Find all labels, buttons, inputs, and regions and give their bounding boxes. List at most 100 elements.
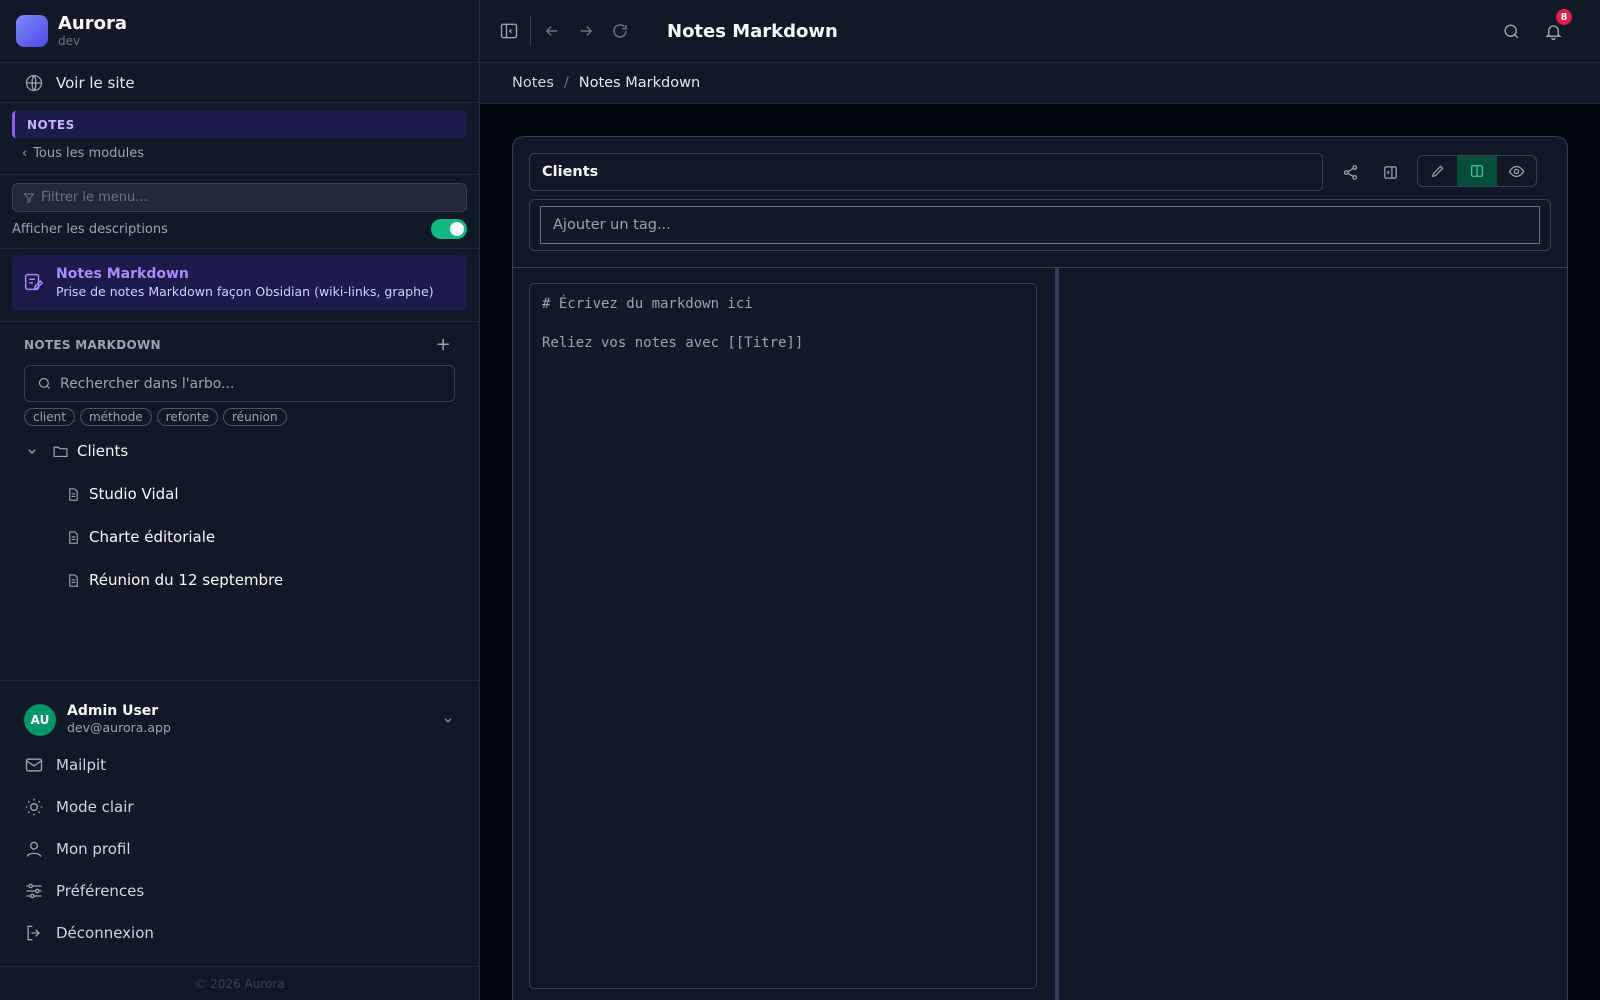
breadcrumb-parent[interactable]: Notes — [512, 75, 554, 91]
app-name: Aurora — [58, 13, 128, 34]
chevron-left-icon: ‹ — [22, 146, 28, 161]
tag-input-wrapper[interactable] — [540, 206, 1540, 244]
back-button[interactable] — [535, 14, 569, 48]
module-section: NOTES ‹ Tous les modules — [0, 103, 479, 175]
menu-item-light-mode[interactable]: Mode clair — [0, 786, 479, 828]
tag-editor — [529, 199, 1551, 251]
reload-button[interactable] — [603, 14, 637, 48]
search-icon — [1503, 23, 1518, 38]
share-icon — [1343, 164, 1357, 180]
show-descriptions-label: Afficher les descriptions — [12, 221, 168, 237]
menu-item-label: Mon profil — [56, 840, 131, 858]
tag-input[interactable] — [553, 217, 1513, 233]
columns-icon — [1471, 165, 1483, 177]
menu-filter-input[interactable] — [41, 190, 441, 205]
sun-icon — [25, 798, 43, 816]
bell-icon — [1544, 24, 1562, 40]
eye-icon — [1508, 165, 1525, 177]
view-site-label: Voir le site — [56, 73, 135, 92]
filter-section: Afficher les descriptions — [0, 175, 479, 249]
note-label: Charte éditoriale — [89, 528, 216, 546]
tag-chip[interactable]: réunion — [223, 408, 287, 426]
folder-icon — [53, 446, 68, 457]
edit-mode-button[interactable] — [1418, 156, 1457, 186]
menu-item-label: Déconnexion — [56, 924, 154, 942]
search-icon — [38, 377, 50, 389]
note-editor-panel: Clients # Écrivez du markdown ici Reliez… — [512, 136, 1568, 1000]
tag-chip[interactable]: méthode — [79, 408, 152, 426]
notification-badge: 8 — [1556, 9, 1572, 25]
note-edit-icon — [24, 273, 44, 291]
toggle-sidebar-button[interactable] — [492, 14, 526, 48]
app-logo — [16, 15, 48, 47]
all-modules-label: Tous les modules — [33, 146, 145, 161]
app-env: dev — [58, 34, 81, 48]
module-header: NOTES — [12, 111, 467, 138]
logout-icon — [27, 925, 40, 941]
sidebar-footer: AU Admin User dev@aurora.app Mailpit Mod… — [0, 680, 479, 1000]
note-label: Réunion du 12 septembre — [89, 571, 284, 589]
panel-icon — [1383, 165, 1397, 179]
tree-note-item[interactable]: Charte éditoriale — [24, 528, 455, 546]
add-note-button[interactable]: + — [436, 334, 451, 355]
file-icon — [69, 530, 78, 544]
brand[interactable]: Aurora dev — [0, 0, 479, 63]
menu-item-mailpit[interactable]: Mailpit — [0, 744, 479, 786]
menu-item-logout[interactable]: Déconnexion — [0, 912, 479, 954]
share-button[interactable] — [1333, 155, 1367, 189]
copyright: © 2026 Aurora — [0, 966, 479, 1000]
arrow-right-icon — [580, 25, 593, 37]
editor-placeholder-line: Reliez vos notes avec [[Titre]] — [542, 335, 804, 351]
arrow-left-icon — [545, 25, 558, 37]
note-label: Studio Vidal — [89, 485, 179, 503]
menu-item-profile[interactable]: Mon profil — [0, 828, 479, 870]
split-mode-button[interactable] — [1457, 156, 1497, 186]
folder-row[interactable]: Clients — [24, 442, 455, 460]
search-button[interactable] — [1494, 14, 1528, 48]
chevron-down-icon[interactable] — [24, 443, 40, 459]
markdown-editor[interactable]: # Écrivez du markdown ici Reliez vos not… — [529, 283, 1037, 989]
refresh-icon — [613, 24, 627, 38]
tree-note-item[interactable]: Studio Vidal — [24, 485, 455, 503]
tag-chip[interactable]: client — [24, 408, 75, 426]
file-icon — [69, 487, 78, 501]
all-modules-link[interactable]: ‹ Tous les modules — [12, 146, 467, 161]
active-module-title: Notes Markdown — [56, 266, 189, 282]
globe-icon — [25, 74, 43, 91]
preview-mode-button[interactable] — [1497, 156, 1536, 186]
view-site-link[interactable]: Voir le site — [0, 63, 479, 103]
menu-filter[interactable] — [12, 183, 467, 212]
breadcrumb: Notes / Notes Markdown — [480, 63, 1600, 104]
sidebar: Aurora dev Voir le site NOTES ‹ Tous les… — [0, 0, 480, 1000]
chevron-down-icon[interactable] — [441, 713, 455, 727]
filter-icon — [23, 193, 35, 203]
tree-search[interactable] — [24, 365, 455, 402]
toolbar-divider — [530, 16, 531, 46]
menu-item-label: Préférences — [56, 882, 145, 900]
sliders-icon — [26, 883, 42, 899]
file-icon — [69, 573, 78, 587]
note-title-input[interactable]: Clients — [529, 153, 1323, 191]
notifications-button[interactable]: 8 — [1536, 9, 1572, 48]
tree-search-input[interactable] — [60, 375, 440, 392]
tree-note-item[interactable]: Réunion du 12 septembre — [24, 571, 455, 589]
forward-button[interactable] — [569, 14, 603, 48]
tag-chip[interactable]: refonte — [156, 408, 219, 426]
show-descriptions-toggle[interactable] — [431, 219, 467, 239]
menu-item-label: Mailpit — [56, 756, 107, 774]
avatar: AU — [24, 703, 56, 736]
tree-heading: NOTES MARKDOWN — [24, 337, 161, 352]
topbar: Notes Markdown 8 — [480, 0, 1600, 63]
breadcrumb-separator: / — [563, 75, 569, 91]
active-module-card[interactable]: Notes Markdown Prise de notes Markdown f… — [12, 255, 467, 311]
menu-item-preferences[interactable]: Préférences — [0, 870, 479, 912]
active-module-description: Prise de notes Markdown façon Obsidian (… — [56, 284, 434, 299]
user-name: Admin User — [67, 703, 159, 719]
folder-label: Clients — [77, 442, 129, 460]
user-menu[interactable]: AU Admin User dev@aurora.app — [0, 681, 479, 736]
markdown-preview — [1059, 268, 1567, 1000]
toggle-panel-button[interactable] — [1373, 155, 1407, 189]
menu-item-label: Mode clair — [56, 798, 134, 816]
tag-filter-list: client méthode refonte réunion — [24, 408, 455, 426]
user-email: dev@aurora.app — [67, 720, 171, 735]
